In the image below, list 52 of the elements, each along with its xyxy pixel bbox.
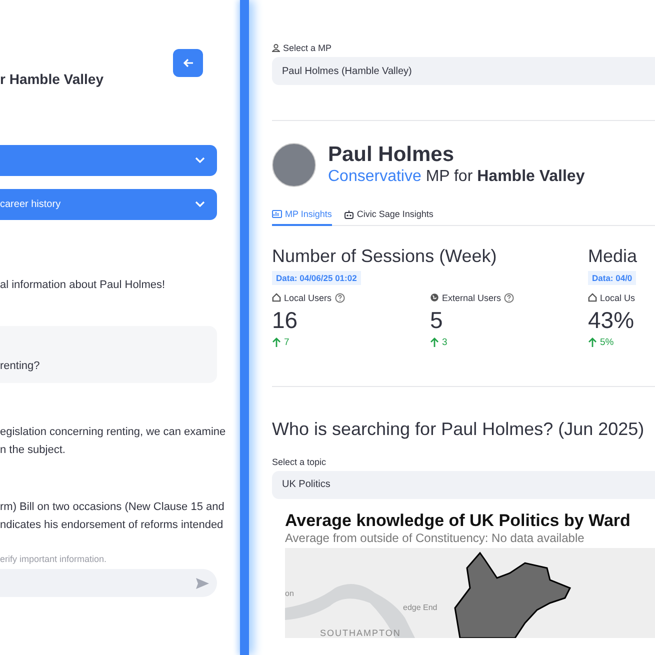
mp-subtitle: Conservative MP for Hamble Valley [328,167,585,187]
arrow-left-icon [182,58,194,68]
arrow-up-icon [430,337,439,347]
metric-value: 5 [430,306,444,334]
expander[interactable]: career history [0,189,217,220]
metric-label: Local Users [284,292,332,302]
map-subtitle: Average from outside of Constituency: No data available [285,530,586,544]
help-icon[interactable] [334,292,345,302]
metric-value: 43% [588,306,636,334]
robot-icon [344,210,354,218]
arrow-up-icon [588,337,597,347]
back-button[interactable] [173,49,203,77]
map-title: Average knowledge of UK Politics by Ward [285,510,632,530]
topic-select[interactable]: UK Politics [272,470,655,498]
select-label: Select a topic [272,456,326,466]
mp-name: Paul Holmes [328,143,456,167]
metric-delta: 5% [600,336,614,348]
metric-label: Local Us [600,292,636,302]
chat-message: al information about Paul Holmes! [0,278,166,293]
data-date-badge: Data: 04/06/25 01:02 [272,270,361,284]
metric-heading: Media [588,246,638,266]
select-label: Select a MP [283,43,332,53]
home-icon [272,293,281,302]
map-label: SOUTHAMPTON [320,628,401,638]
section-heading: Who is searching for Paul Holmes? (Jun 2025) [272,418,646,440]
map-label: edge End [403,602,438,612]
disclaimer-text: erify important information. [0,554,108,564]
assistant-paragraph: rm) Bill on two occasions (New Clause 15 and ndicates his endorsement of reforms intended [0,500,226,533]
chart-icon [272,210,282,218]
arrow-up-icon [272,337,281,347]
data-date-badge: Data: 04/0 [588,270,636,284]
send-icon[interactable] [196,578,209,588]
avatar-placeholder [272,143,316,187]
tab[interactable]: Civic Sage Insights [344,209,434,226]
home-icon [588,293,597,302]
person-icon [272,44,280,52]
help-icon[interactable] [504,292,514,302]
metric-heading: Number of Sessions (Week) [272,246,498,266]
metric-delta: 3 [442,336,448,348]
assistant-paragraph: egislation concerning renting, we can examine n the subject. [0,425,227,458]
user-message: renting? [0,359,40,374]
chevron-icon [195,201,205,208]
chevron-icon [195,157,205,164]
metric-value: 16 [272,306,299,334]
map-label: on [285,588,294,598]
globe-icon [430,293,439,302]
sidebar-heading: r Hamble Valley [0,71,105,87]
metric-delta: 7 [284,336,290,348]
metric-label: External Users [442,292,502,302]
chat-input[interactable] [0,569,217,597]
mp-select[interactable]: Paul Holmes (Hamble Valley) [272,57,655,85]
tab[interactable]: MP Insights [272,209,332,226]
